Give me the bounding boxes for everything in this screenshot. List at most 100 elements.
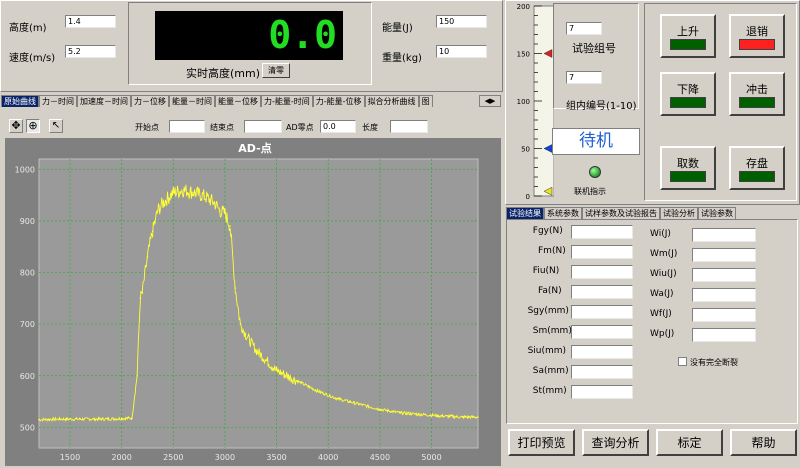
ad-input[interactable]: 0.0 bbox=[320, 120, 356, 133]
chart-title: AD-点 bbox=[238, 141, 271, 155]
tab-plot-5[interactable]: 能量－位移 bbox=[215, 95, 261, 107]
inner-label: 组内编号(1-10) bbox=[566, 101, 637, 112]
zoom-tool[interactable]: ⊕ bbox=[26, 119, 40, 133]
tab-plot-2[interactable]: 加速度－时间 bbox=[77, 95, 131, 107]
tab-plot-8[interactable]: 拟合分析曲线 bbox=[364, 95, 419, 107]
result-field[interactable] bbox=[571, 305, 633, 319]
start-input[interactable] bbox=[169, 120, 205, 133]
x-tick-label: 1500 bbox=[60, 453, 80, 462]
data-point bbox=[213, 202, 216, 204]
result-field[interactable] bbox=[571, 265, 633, 279]
fetch-data-button[interactable]: 取数 bbox=[660, 146, 716, 190]
speed-label: 速度(m/s) bbox=[9, 53, 56, 64]
data-point bbox=[131, 417, 133, 419]
retract-pin-button[interactable]: 退销 bbox=[729, 14, 785, 58]
plot-toolbar: ✥ ⊕ ↖ 开始点 结束点 AD零点 0.0 长度 bbox=[5, 118, 501, 136]
tab-result-2[interactable]: 试样参数及试验报告 bbox=[582, 207, 660, 219]
result-field[interactable] bbox=[692, 328, 756, 342]
tab-plot-0[interactable]: 原始曲线 bbox=[1, 95, 39, 107]
lower-led bbox=[670, 97, 706, 108]
data-point bbox=[477, 416, 479, 418]
gauge-tick-label: 150 bbox=[517, 51, 530, 59]
lower-button[interactable]: 下降 bbox=[660, 72, 716, 116]
tab-scroll-arrows[interactable]: ◀▶ bbox=[479, 95, 501, 107]
result-label: Fiu(N) bbox=[532, 266, 560, 276]
display-label: 实时高度(mm) bbox=[186, 67, 261, 80]
result-field[interactable] bbox=[692, 268, 756, 282]
tab-result-4[interactable]: 试验参数 bbox=[698, 207, 736, 219]
save-led bbox=[739, 171, 775, 182]
not-fully-broken-label: 没有完全断裂 bbox=[690, 358, 738, 367]
tab-plot-9[interactable]: 图 bbox=[418, 95, 433, 107]
calibrate-button[interactable]: 标定 bbox=[656, 429, 723, 456]
ad-label: AD零点 bbox=[286, 123, 314, 132]
y-tick-label: 1000 bbox=[15, 165, 35, 174]
group-input[interactable]: 7 bbox=[566, 22, 602, 35]
online-label: 联机指示 bbox=[574, 187, 606, 196]
result-field[interactable] bbox=[571, 365, 633, 379]
x-tick-label: 4000 bbox=[318, 453, 338, 462]
data-point bbox=[461, 416, 464, 418]
tab-plot-3[interactable]: 力－位移 bbox=[131, 95, 169, 107]
result-field[interactable] bbox=[571, 345, 633, 359]
data-point bbox=[58, 418, 61, 420]
speed-input[interactable]: 5.2 bbox=[65, 45, 116, 58]
tab-plot-1[interactable]: 力－时间 bbox=[39, 95, 77, 107]
result-label: Fm(N) bbox=[538, 246, 566, 256]
data-point bbox=[182, 189, 185, 191]
result-field[interactable] bbox=[571, 385, 633, 399]
tab-result-3[interactable]: 试验分析 bbox=[660, 207, 698, 219]
result-field[interactable] bbox=[692, 288, 756, 302]
inner-input[interactable]: 7 bbox=[566, 71, 602, 84]
group-frame bbox=[553, 3, 639, 109]
height-display: 0.0 bbox=[155, 11, 343, 60]
result-field[interactable] bbox=[571, 245, 633, 259]
height-input[interactable]: 1.4 bbox=[65, 15, 116, 28]
result-label: Wiu(J) bbox=[650, 269, 677, 279]
data-point bbox=[139, 297, 142, 300]
data-point bbox=[146, 256, 149, 258]
result-field[interactable] bbox=[692, 228, 756, 242]
tab-plot-4[interactable]: 能量－时间 bbox=[169, 95, 215, 107]
tab-result-0[interactable]: 试验结果 bbox=[506, 207, 544, 219]
result-tabs: 试验结果 系统参数 试样参数及试验报告 试验分析 试验参数 bbox=[506, 207, 736, 219]
y-tick-label: 900 bbox=[20, 217, 35, 226]
query-analysis-button[interactable]: 查询分析 bbox=[582, 429, 649, 456]
y-tick-label: 600 bbox=[20, 372, 35, 381]
print-preview-button[interactable]: 打印预览 bbox=[508, 429, 575, 456]
end-input[interactable] bbox=[244, 120, 282, 133]
x-tick-label: 3500 bbox=[266, 453, 286, 462]
gauge-tick-label: 50 bbox=[521, 146, 530, 154]
tab-plot-7[interactable]: 力-能量-位移 bbox=[312, 95, 365, 107]
data-point bbox=[441, 415, 443, 417]
help-button[interactable]: 帮助 bbox=[730, 429, 797, 456]
data-point bbox=[337, 398, 340, 400]
result-label: Wp(J) bbox=[650, 329, 675, 339]
data-point bbox=[229, 225, 231, 227]
pointer-tool[interactable]: ↖ bbox=[49, 119, 63, 133]
result-field[interactable] bbox=[571, 285, 633, 299]
result-field[interactable] bbox=[571, 325, 633, 339]
result-field[interactable] bbox=[571, 225, 633, 239]
x-tick-label: 4500 bbox=[370, 453, 390, 462]
y-tick-label: 500 bbox=[20, 423, 35, 432]
start-label: 开始点 bbox=[135, 123, 159, 132]
weight-input[interactable]: 10 bbox=[436, 45, 487, 58]
length-input[interactable] bbox=[390, 120, 428, 133]
tab-plot-6[interactable]: 力-能量-时间 bbox=[261, 95, 313, 107]
online-indicator-icon bbox=[589, 166, 601, 178]
impact-button[interactable]: 冲击 bbox=[729, 72, 785, 116]
clear-button[interactable]: 清零 bbox=[262, 63, 290, 78]
result-field[interactable] bbox=[692, 308, 756, 322]
energy-input[interactable]: 150 bbox=[436, 15, 487, 28]
tab-result-1[interactable]: 系统参数 bbox=[544, 207, 582, 219]
raise-button[interactable]: 上升 bbox=[660, 14, 716, 58]
data-point bbox=[255, 349, 257, 351]
fetch-data-led bbox=[670, 171, 706, 182]
data-point bbox=[172, 191, 175, 194]
pan-tool[interactable]: ✥ bbox=[9, 119, 23, 133]
data-point bbox=[317, 390, 319, 393]
not-fully-broken-checkbox[interactable] bbox=[678, 357, 687, 366]
result-field[interactable] bbox=[692, 248, 756, 262]
save-button[interactable]: 存盘 bbox=[729, 146, 785, 190]
